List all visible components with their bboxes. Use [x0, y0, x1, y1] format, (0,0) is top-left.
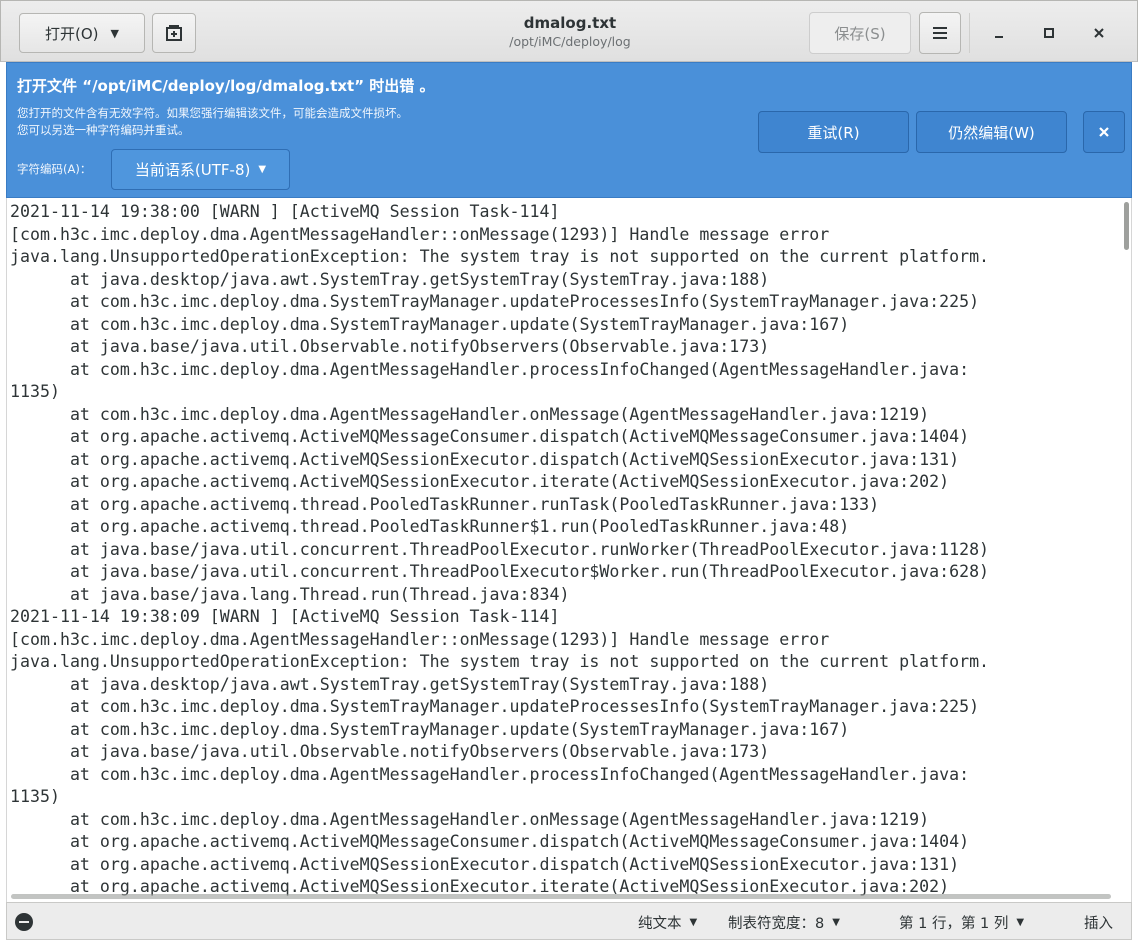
cursor-position-label: 第 1 行，第 1 列 — [899, 916, 1009, 932]
close-window-button[interactable] — [1079, 13, 1119, 53]
text-line: 2021-11-14 19:38:00 [WARN ] [ActiveMQ Se… — [10, 202, 560, 221]
text-line: at java.desktop/java.awt.SystemTray.getS… — [10, 269, 770, 289]
chevron-down-icon: ▼ — [689, 917, 698, 928]
infobar-message: 您打开的文件含有无效字符。如果您强行编辑该文件，可能会造成文件损坏。 您可以另选… — [17, 105, 408, 139]
chevron-down-icon: ▼ — [258, 164, 267, 175]
maximize-button[interactable] — [1029, 13, 1069, 53]
infobar-title: 打开文件 “/opt/iMC/deploy/log/dmalog.txt” 时出… — [17, 77, 435, 95]
chevron-down-icon: ▼ — [110, 26, 119, 40]
menu-button[interactable] — [919, 12, 961, 54]
error-infobar: 打开文件 “/opt/iMC/deploy/log/dmalog.txt” 时出… — [6, 62, 1132, 198]
text-line: 1135) — [10, 382, 60, 401]
text-line: at com.h3c.imc.deploy.dma.SystemTrayMana… — [10, 314, 850, 334]
text-line: at java.desktop/java.awt.SystemTray.getS… — [10, 674, 770, 694]
minus-circle-icon[interactable] — [15, 913, 33, 931]
hamburger-menu-icon — [933, 27, 947, 39]
close-icon — [1094, 28, 1104, 38]
close-infobar-button[interactable] — [1083, 111, 1125, 153]
tab-width-label: 制表符宽度：8 — [728, 916, 825, 932]
text-line: at org.apache.activemq.ActiveMQSessionEx… — [10, 472, 950, 491]
text-line: at org.apache.activemq.ActiveMQMessageCo… — [10, 427, 970, 446]
new-tab-button[interactable] — [152, 13, 196, 53]
text-line: at java.base/java.util.concurrent.Thread… — [10, 539, 990, 559]
edit-anyway-button[interactable]: 仍然编辑(W) — [916, 111, 1067, 153]
language-label: 纯文本 — [638, 916, 682, 932]
open-button-label: 打开(O) — [45, 24, 99, 43]
text-line: at com.h3c.imc.deploy.dma.AgentMessageHa… — [10, 809, 930, 829]
insert-mode-indicator[interactable]: 插入 — [1084, 912, 1113, 933]
language-selector[interactable]: 纯文本 ▼ — [638, 912, 697, 933]
cursor-position-selector[interactable]: 第 1 行，第 1 列 ▼ — [899, 912, 1024, 933]
text-editor-view[interactable]: 2021-11-14 19:38:00 [WARN ] [ActiveMQ Se… — [6, 198, 1132, 902]
text-line: at org.apache.activemq.ActiveMQSessionEx… — [10, 449, 960, 469]
minimize-button[interactable] — [979, 13, 1019, 53]
chevron-down-icon: ▼ — [1016, 917, 1025, 928]
text-line: at org.apache.activemq.ActiveMQSessionEx… — [10, 854, 960, 874]
text-line: at org.apache.activemq.ActiveMQMessageCo… — [10, 832, 970, 851]
minimize-icon — [995, 36, 1003, 38]
encoding-dropdown[interactable]: 当前语系(UTF-8) ▼ — [111, 149, 290, 190]
window-subtitle: /opt/iMC/deploy/log — [509, 34, 631, 49]
text-line: [com.h3c.imc.deploy.dma.AgentMessageHand… — [10, 224, 830, 244]
status-bar: 纯文本 ▼ 制表符宽度：8 ▼ 第 1 行，第 1 列 ▼ 插入 — [6, 902, 1132, 940]
text-line: at com.h3c.imc.deploy.dma.AgentMessageHa… — [10, 359, 970, 379]
open-button[interactable]: 打开(O) ▼ — [19, 13, 145, 53]
text-line: at java.base/java.util.Observable.notify… — [10, 337, 770, 356]
infobar-message-line: 您打开的文件含有无效字符。如果您强行编辑该文件，可能会造成文件损坏。 — [17, 106, 408, 120]
save-button[interactable]: 保存(S) — [809, 12, 911, 54]
chevron-down-icon: ▼ — [832, 917, 840, 928]
new-document-icon — [166, 25, 182, 41]
close-icon — [1099, 127, 1109, 137]
text-line: at org.apache.activemq.thread.PooledTask… — [10, 494, 880, 514]
header-bar: 打开(O) ▼ dmalog.txt /opt/iMC/deploy/log 保… — [0, 0, 1138, 62]
encoding-value: 当前语系(UTF-8) — [134, 161, 251, 179]
tab-width-selector[interactable]: 制表符宽度：8 ▼ — [728, 912, 840, 933]
horizontal-scrollbar[interactable] — [11, 894, 1111, 899]
text-line: at java.base/java.util.Observable.notify… — [10, 742, 770, 761]
text-line: 2021-11-14 19:38:09 [WARN ] [ActiveMQ Se… — [10, 607, 560, 626]
infobar-message-line: 您可以另选一种字符编码并重试。 — [17, 123, 190, 137]
retry-button[interactable]: 重试(R) — [758, 111, 909, 153]
encoding-label: 字符编码(A)： — [17, 162, 92, 176]
text-line: at com.h3c.imc.deploy.dma.AgentMessageHa… — [10, 404, 930, 424]
text-line: at java.base/java.lang.Thread.run(Thread… — [10, 584, 570, 604]
text-line: java.lang.UnsupportedOperationException:… — [10, 652, 990, 671]
text-line: [com.h3c.imc.deploy.dma.AgentMessageHand… — [10, 629, 830, 649]
text-line: at com.h3c.imc.deploy.dma.AgentMessageHa… — [10, 764, 970, 784]
text-line: 1135) — [10, 787, 60, 806]
vertical-scrollbar[interactable] — [1124, 202, 1129, 250]
text-line: at java.base/java.util.concurrent.Thread… — [10, 562, 990, 581]
text-line: at org.apache.activemq.thread.PooledTask… — [10, 517, 850, 536]
window-title: dmalog.txt — [523, 14, 617, 32]
header-separator — [969, 13, 970, 53]
window-title-area: dmalog.txt /opt/iMC/deploy/log — [401, 13, 739, 51]
text-line: java.lang.UnsupportedOperationException:… — [10, 247, 990, 266]
text-line: at com.h3c.imc.deploy.dma.SystemTrayMana… — [10, 719, 850, 739]
maximize-icon — [1044, 28, 1054, 38]
text-line: at com.h3c.imc.deploy.dma.SystemTrayMana… — [10, 292, 980, 311]
text-line: at com.h3c.imc.deploy.dma.SystemTrayMana… — [10, 697, 980, 716]
